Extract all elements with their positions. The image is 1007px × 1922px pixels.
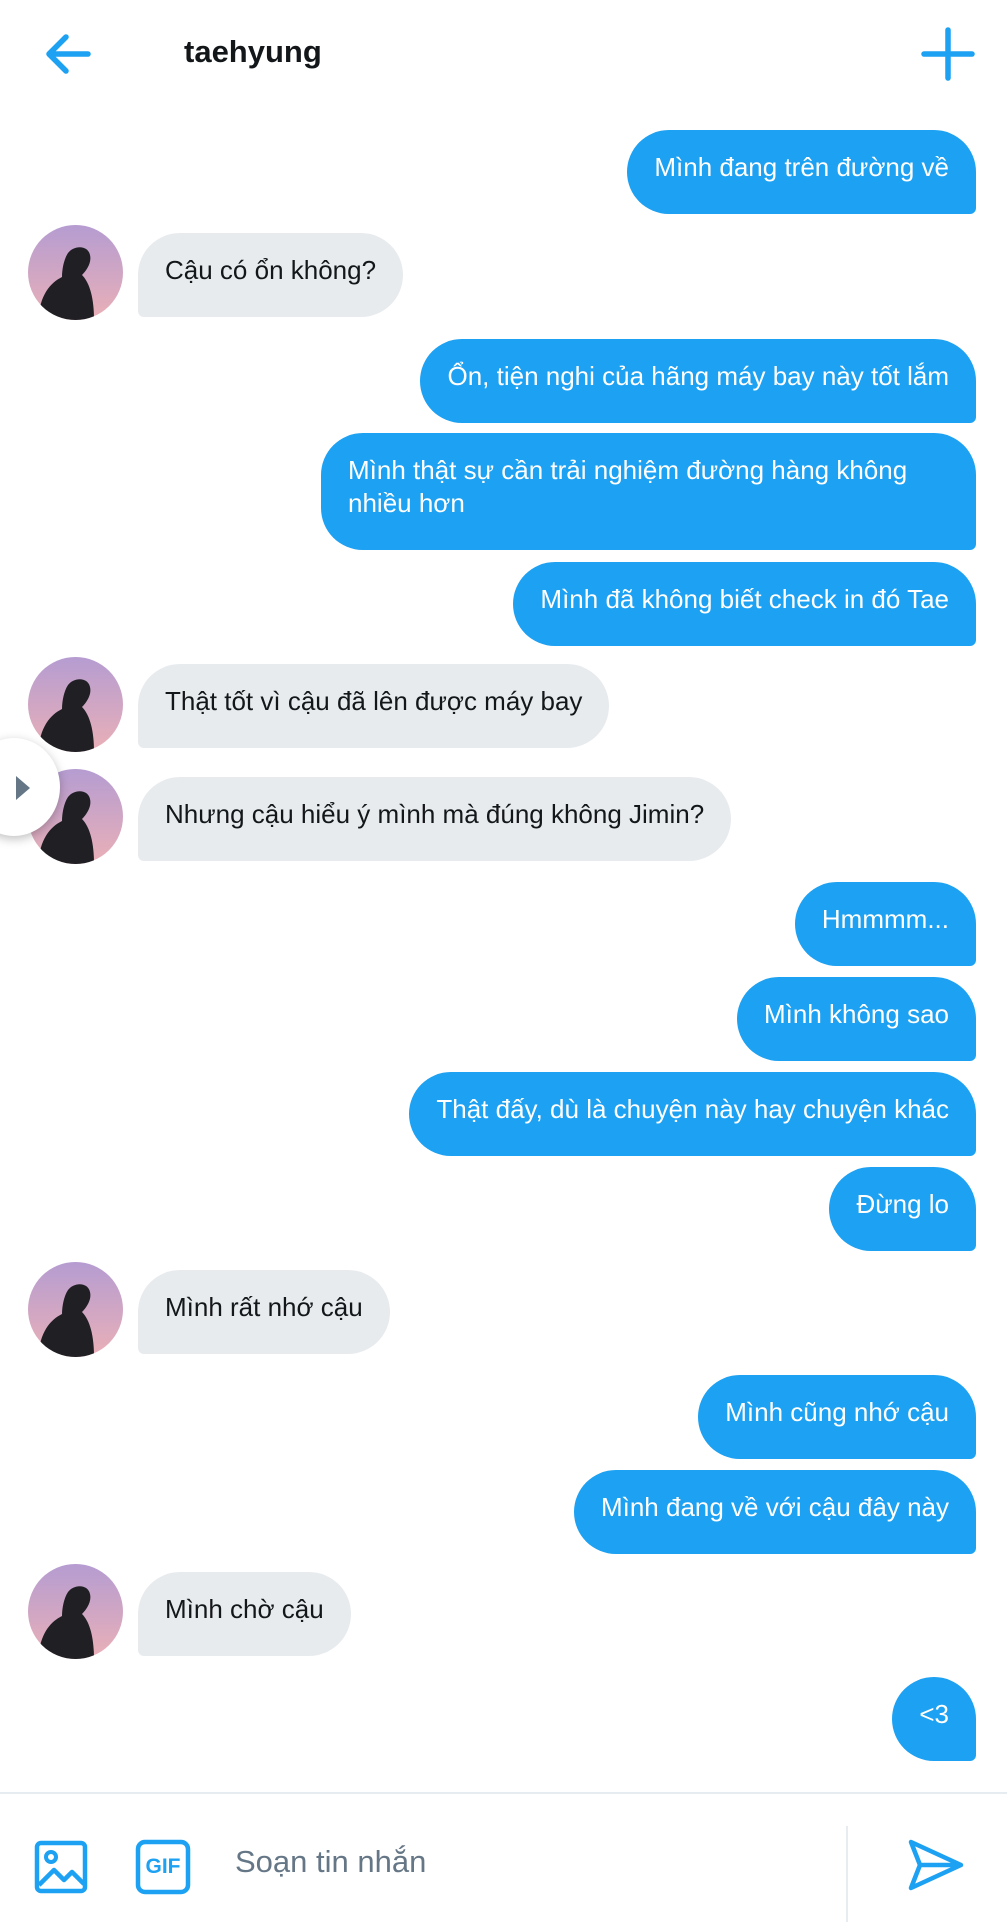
conversation-title: taehyung (184, 34, 322, 69)
new-message-button[interactable] (916, 22, 980, 86)
arrow-left-icon (46, 34, 91, 74)
image-icon (34, 1840, 88, 1894)
avatar-photo (28, 1564, 123, 1659)
play-arrow-icon (16, 776, 30, 800)
back-button[interactable] (40, 28, 104, 80)
message-incoming[interactable]: Nhưng cậu hiểu ý mình mà đúng không Jimi… (138, 777, 732, 861)
message-outgoing[interactable]: Mình cũng nhớ cậu (698, 1375, 976, 1459)
gif-label: GIF (145, 1855, 181, 1878)
avatar-photo (28, 657, 123, 752)
message-input[interactable] (235, 1834, 815, 1890)
message-outgoing[interactable]: Đừng lo (829, 1167, 976, 1251)
message-incoming[interactable]: Cậu có ổn không? (138, 233, 404, 317)
message-incoming[interactable]: Mình rất nhớ cậu (138, 1270, 390, 1354)
message-outgoing[interactable]: Mình đã không biết check in đó Tae (513, 562, 976, 646)
message-outgoing[interactable]: Mình thật sự cần trải nghiệm đường hàng … (321, 433, 976, 550)
message-outgoing[interactable]: Mình đang trên đường về (627, 130, 976, 214)
message-outgoing[interactable]: Ổn, tiện nghi của hãng máy bay này tốt l… (420, 339, 976, 423)
message-outgoing[interactable]: Mình đang về với cậu đây này (573, 1470, 976, 1554)
conversation-header: taehyung (0, 0, 1007, 110)
avatar-photo (28, 1262, 123, 1357)
contact-avatar[interactable] (28, 1262, 123, 1357)
contact-avatar[interactable] (28, 225, 123, 320)
composer-divider (846, 1826, 848, 1922)
message-incoming[interactable]: Mình chờ cậu (138, 1572, 351, 1656)
message-outgoing[interactable]: Hmmmm... (794, 882, 976, 966)
send-button[interactable] (906, 1837, 966, 1893)
send-icon (908, 1839, 964, 1891)
contact-avatar[interactable] (28, 657, 123, 752)
message-composer: GIF (0, 1792, 1007, 1922)
avatar-photo (28, 225, 123, 320)
attach-image-button[interactable] (34, 1840, 88, 1894)
message-outgoing[interactable]: <3 (892, 1677, 976, 1761)
message-outgoing[interactable]: Thật đấy, dù là chuyện này hay chuyện kh… (409, 1072, 976, 1156)
message-incoming[interactable]: Thật tốt vì cậu đã lên được máy bay (138, 664, 610, 748)
contact-avatar[interactable] (28, 1564, 123, 1659)
gif-button[interactable]: GIF (135, 1839, 191, 1895)
message-outgoing[interactable]: Mình không sao (736, 977, 976, 1061)
plus-icon (921, 27, 975, 81)
